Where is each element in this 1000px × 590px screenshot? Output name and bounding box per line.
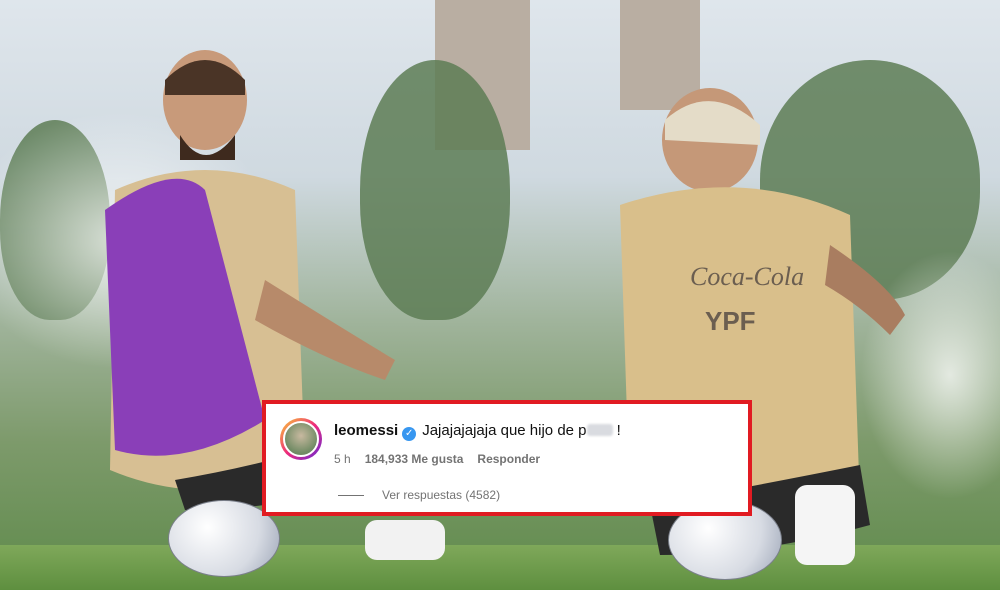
comment-meta: 5 h 184,933 Me gusta Responder <box>334 452 554 466</box>
replies-divider <box>338 495 364 497</box>
view-replies-label: Ver respuestas (4582) <box>382 488 501 502</box>
reply-button[interactable]: Responder <box>477 452 540 466</box>
likes-count[interactable]: 184,933 Me gusta <box>365 452 464 466</box>
coca-cola-text: Coca-Cola <box>690 262 804 291</box>
username-link[interactable]: leomessi <box>334 422 398 439</box>
profile-avatar[interactable] <box>280 418 322 460</box>
verified-badge-icon: ✓ <box>402 427 417 441</box>
censor-blur <box>586 424 613 436</box>
comment-time: 5 h <box>334 452 351 466</box>
highlighted-comment: leomessi ✓ Jajajajajaja que hijo de p ! 5 … <box>262 400 752 516</box>
comment-line: leomessi ✓ Jajajajajaja que hijo de p ! <box>334 422 621 441</box>
ypf-text: YPF <box>705 306 756 336</box>
comment-text-start: Jajajajajaja que hijo de p <box>422 422 587 439</box>
comment-text-end: ! <box>612 422 621 439</box>
avatar-photo <box>283 421 319 457</box>
view-replies-button[interactable]: Ver respuestas (4582) <box>338 488 500 502</box>
